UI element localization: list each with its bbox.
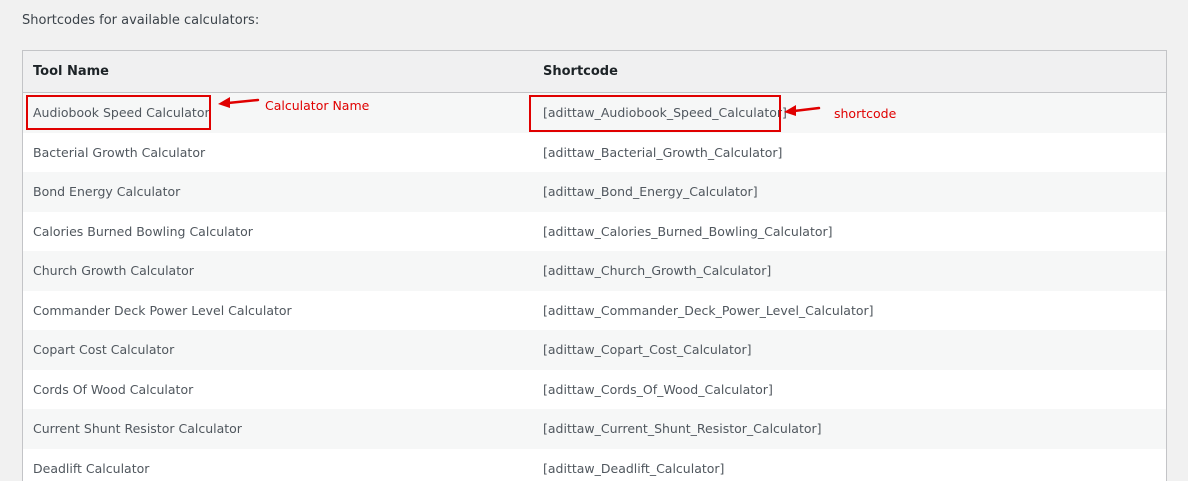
table-row: Copart Cost Calculator [adittaw_Copart_Co…: [23, 330, 1166, 370]
annotation-calculator-name: Calculator Name: [265, 98, 370, 113]
shortcode-cell[interactable]: [adittaw_Commander_Deck_Power_Level_Calc…: [543, 303, 874, 318]
shortcode-cell[interactable]: [adittaw_Bacterial_Growth_Calculator]: [543, 145, 782, 160]
shortcode-cell[interactable]: [adittaw_Calories_Burned_Bowling_Calcula…: [543, 224, 833, 239]
table-row: Deadlift Calculator [adittaw_Deadlift_Cal…: [23, 448, 1166, 481]
header-shortcode: Shortcode: [543, 64, 618, 79]
table-row: Commander Deck Power Level Calculator [ad…: [23, 290, 1166, 330]
tool-name-cell: Cords Of Wood Calculator: [33, 381, 194, 397]
table-row: Church Growth Calculator [adittaw_Church_…: [23, 251, 1166, 291]
tool-name-cell: Bacterial Growth Calculator: [33, 144, 206, 160]
shortcode-cell[interactable]: [adittaw_Church_Growth_Calculator]: [543, 263, 771, 278]
tool-name-cell: Church Growth Calculator: [33, 263, 194, 278]
tool-name-cell: Commander Deck Power Level Calculator: [33, 302, 292, 318]
table-row: Bacterial Growth Calculator [adittaw_Bact…: [23, 132, 1166, 172]
highlight-box-shortcode: [529, 95, 781, 132]
table-row: Current Shunt Resistor Calculator [aditta…: [23, 409, 1166, 449]
table-body: Audiobook Speed Calculator [adittaw_Audio…: [23, 93, 1166, 481]
arrow-shortcode-icon: [784, 105, 821, 116]
header-tool-name: Tool Name: [33, 64, 110, 79]
shortcodes-page: Shortcodes for available calculators: To…: [0, 0, 1188, 481]
arrow-calculator-name-icon: [218, 97, 260, 108]
shortcode-cell[interactable]: [adittaw_Copart_Cost_Calculator]: [543, 342, 752, 357]
highlight-box-calculator-name: [26, 95, 211, 130]
table-row: Bond Energy Calculator [adittaw_Bond_Ener…: [23, 172, 1166, 212]
shortcode-cell[interactable]: [adittaw_Current_Shunt_Resistor_Calculat…: [543, 421, 822, 436]
shortcode-cell[interactable]: [adittaw_Cords_Of_Wood_Calculator]: [543, 382, 773, 397]
tool-name-cell: Deadlift Calculator: [33, 460, 150, 476]
shortcode-cell[interactable]: [adittaw_Deadlift_Calculator]: [543, 461, 724, 476]
tool-name-cell: Calories Burned Bowling Calculator: [33, 223, 253, 239]
table-header: Tool Name Shortcode: [23, 51, 1166, 93]
tool-name-cell: Copart Cost Calculator: [33, 342, 175, 357]
tool-name-cell: Current Shunt Resistor Calculator: [33, 421, 242, 436]
intro-text: Shortcodes for available calculators:: [22, 13, 260, 28]
table-row: Calories Burned Bowling Calculator [aditt…: [23, 211, 1166, 251]
shortcode-cell[interactable]: [adittaw_Bond_Energy_Calculator]: [543, 184, 758, 199]
table-row: Cords Of Wood Calculator [adittaw_Cords_O…: [23, 369, 1166, 409]
tool-name-cell: Bond Energy Calculator: [33, 184, 181, 199]
annotation-shortcode: shortcode: [834, 106, 897, 121]
